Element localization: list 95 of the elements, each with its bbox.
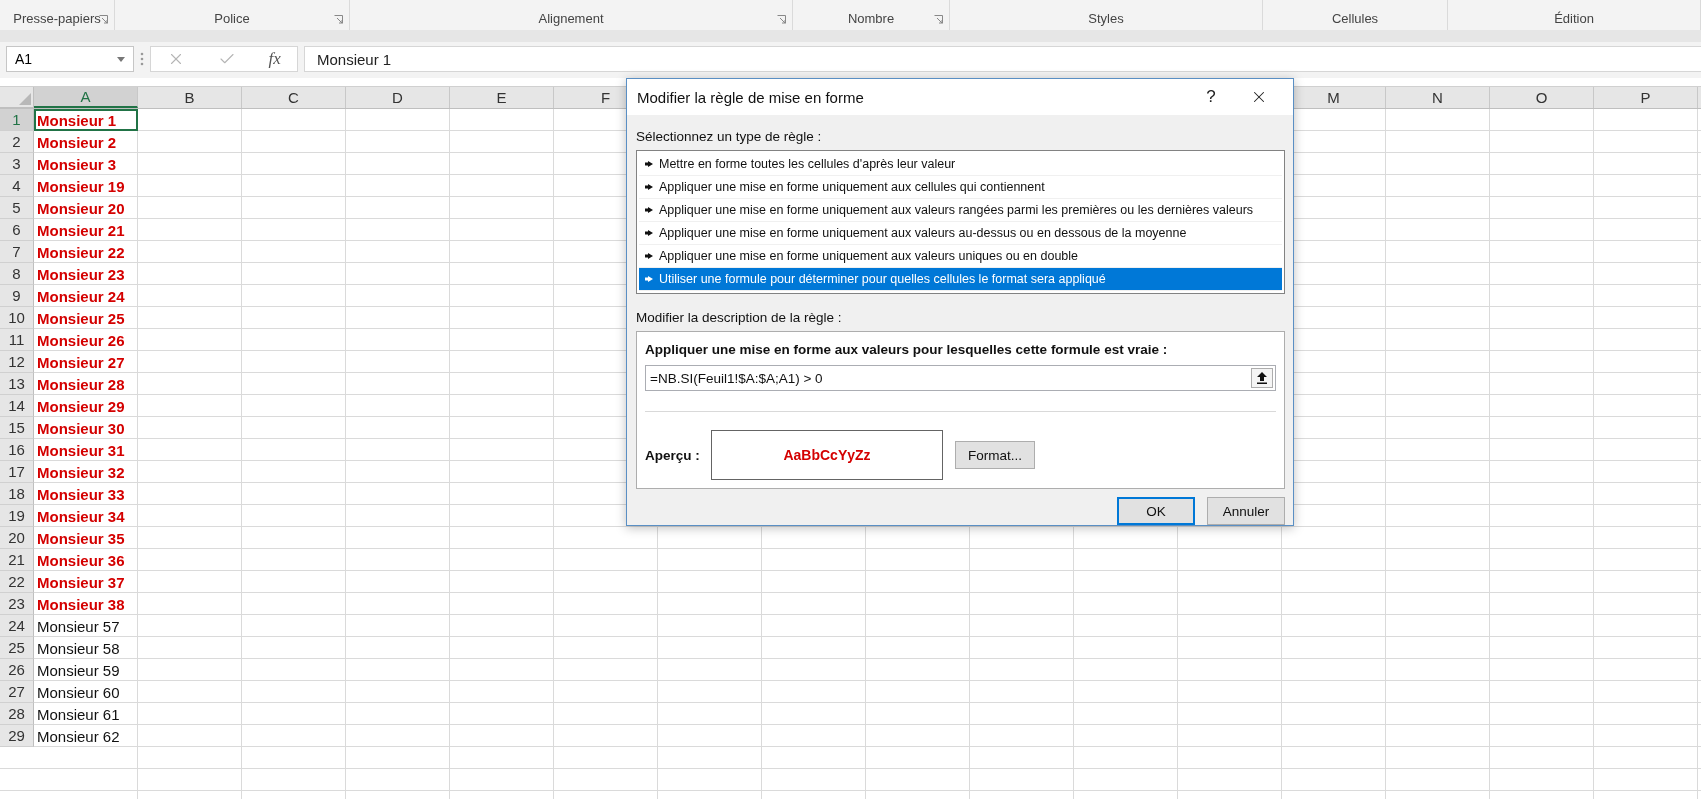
row-header[interactable]: 21 (0, 549, 34, 571)
ribbon-group-label: Police (214, 11, 250, 26)
table-cell[interactable]: Monsieur 58 (34, 637, 138, 659)
upload-arrow-icon (1257, 372, 1267, 384)
table-cell[interactable]: Monsieur 19 (34, 175, 138, 197)
table-cell[interactable]: Monsieur 59 (34, 659, 138, 681)
table-cell[interactable]: Monsieur 27 (34, 351, 138, 373)
dialog-launcher-icon[interactable] (99, 15, 108, 24)
section-label: Sélectionnez un type de règle : (636, 129, 823, 144)
ribbon-group-label: Styles (1088, 11, 1124, 26)
table-cell[interactable]: Monsieur 34 (34, 505, 138, 527)
table-cell[interactable]: Monsieur 26 (34, 329, 138, 351)
row-header[interactable]: 13 (0, 373, 34, 395)
ribbon-group-label: Nombre (847, 11, 895, 26)
row-header[interactable]: 22 (0, 571, 34, 593)
ribbon-group-label: Édition (1554, 11, 1594, 26)
row-header[interactable]: 8 (0, 263, 34, 285)
dialog-launcher-icon[interactable] (334, 15, 343, 24)
row-header[interactable]: 18 (0, 483, 34, 505)
dialog-launcher-icon[interactable] (777, 15, 786, 24)
pointer-icon (645, 230, 653, 236)
row-header[interactable]: 7 (0, 241, 34, 263)
dialog-launcher-icon[interactable] (934, 15, 943, 24)
table-cell[interactable]: Monsieur 30 (34, 417, 138, 439)
row-header[interactable]: 9 (0, 285, 34, 307)
row-header[interactable]: 27 (0, 681, 34, 703)
row-header[interactable]: 26 (0, 659, 34, 681)
row-header[interactable]: 6 (0, 219, 34, 241)
collapse-button[interactable] (1251, 368, 1273, 388)
table-cell[interactable]: Monsieur 62 (34, 725, 138, 747)
pointer-icon (645, 161, 653, 167)
ok-button[interactable]: OK (1117, 497, 1195, 525)
rule-type-item[interactable]: Utiliser une formule pour déterminer pour quelles cellules le format sera appliqué (639, 268, 1282, 291)
insert-function-button[interactable]: fx (268, 49, 281, 69)
table-cell[interactable]: Monsieur 28 (34, 373, 138, 395)
preview-sample: AaBbCcYyZz (711, 430, 943, 480)
row-header[interactable]: 4 (0, 175, 34, 197)
preview-label: Aperçu : (645, 447, 701, 463)
row-header[interactable]: 1 (0, 109, 34, 131)
pointer-icon (645, 276, 653, 282)
drag-handle-icon[interactable] (140, 51, 144, 67)
formula-field[interactable]: =NB.SI(Feuil1!$A:$A;A1) > 0 (645, 365, 1276, 391)
formula-input-field[interactable]: Monsieur 1 (304, 46, 1701, 72)
row-header[interactable]: 20 (0, 527, 34, 549)
row-header[interactable]: 5 (0, 197, 34, 219)
row-header[interactable]: 16 (0, 439, 34, 461)
row-header[interactable]: 29 (0, 725, 34, 747)
caret-icon (117, 56, 125, 62)
column-header[interactable]: A (34, 87, 138, 108)
table-cell[interactable]: Monsieur 22 (34, 241, 138, 263)
help-button[interactable]: ? (1187, 81, 1235, 113)
triangle-icon (19, 93, 31, 105)
row-header[interactable]: 19 (0, 505, 34, 527)
table-cell[interactable]: Monsieur 21 (34, 219, 138, 241)
row-header[interactable]: 12 (0, 351, 34, 373)
table-cell[interactable]: Monsieur 60 (34, 681, 138, 703)
formula-heading: Appliquer une mise en forme aux valeurs pour lesquelles cette formule est vraie : (645, 342, 1169, 357)
table-cell[interactable]: Monsieur 57 (34, 615, 138, 637)
table-cell[interactable]: Monsieur 61 (34, 703, 138, 725)
table-cell[interactable]: Monsieur 35 (34, 527, 138, 549)
table-cell[interactable]: Monsieur 24 (34, 285, 138, 307)
table-cell[interactable]: Monsieur 33 (34, 483, 138, 505)
table-cell[interactable]: Monsieur 1 (34, 109, 138, 131)
name-box[interactable]: A1 (6, 46, 134, 72)
row-header[interactable]: 28 (0, 703, 34, 725)
row-header[interactable]: 23 (0, 593, 34, 615)
row-header[interactable]: 14 (0, 395, 34, 417)
section-label: Modifier la description de la règle : (636, 310, 843, 325)
table-cell[interactable]: Monsieur 32 (34, 461, 138, 483)
table-cell[interactable]: Monsieur 25 (34, 307, 138, 329)
table-cell[interactable]: Monsieur 2 (34, 131, 138, 153)
format-button[interactable]: Format... (955, 441, 1035, 469)
pointer-icon (645, 207, 653, 213)
ribbon-group-label: Alignement (538, 11, 604, 26)
table-cell[interactable]: Monsieur 20 (34, 197, 138, 219)
row-header[interactable]: 3 (0, 153, 34, 175)
table-cell[interactable]: Monsieur 31 (34, 439, 138, 461)
ribbon-group-label: Cellules (1331, 11, 1379, 26)
table-cell[interactable]: Monsieur 37 (34, 571, 138, 593)
table-cell[interactable]: Monsieur 38 (34, 593, 138, 615)
row-header[interactable]: 15 (0, 417, 34, 439)
table-cell[interactable]: Monsieur 29 (34, 395, 138, 417)
table-cell[interactable]: Monsieur 23 (34, 263, 138, 285)
table-cell[interactable]: Monsieur 3 (34, 153, 138, 175)
cancel-button[interactable]: Annuler (1207, 497, 1285, 525)
row-header[interactable]: 11 (0, 329, 34, 351)
pointer-icon (645, 253, 653, 259)
row-header[interactable]: 24 (0, 615, 34, 637)
table-cell[interactable]: Monsieur 36 (34, 549, 138, 571)
row-header[interactable]: 2 (0, 131, 34, 153)
row-header[interactable]: 17 (0, 461, 34, 483)
row-header[interactable]: 25 (0, 637, 34, 659)
pointer-icon (645, 184, 653, 190)
row-header[interactable]: 10 (0, 307, 34, 329)
ribbon-group-label: Presse-papiers (13, 11, 101, 26)
